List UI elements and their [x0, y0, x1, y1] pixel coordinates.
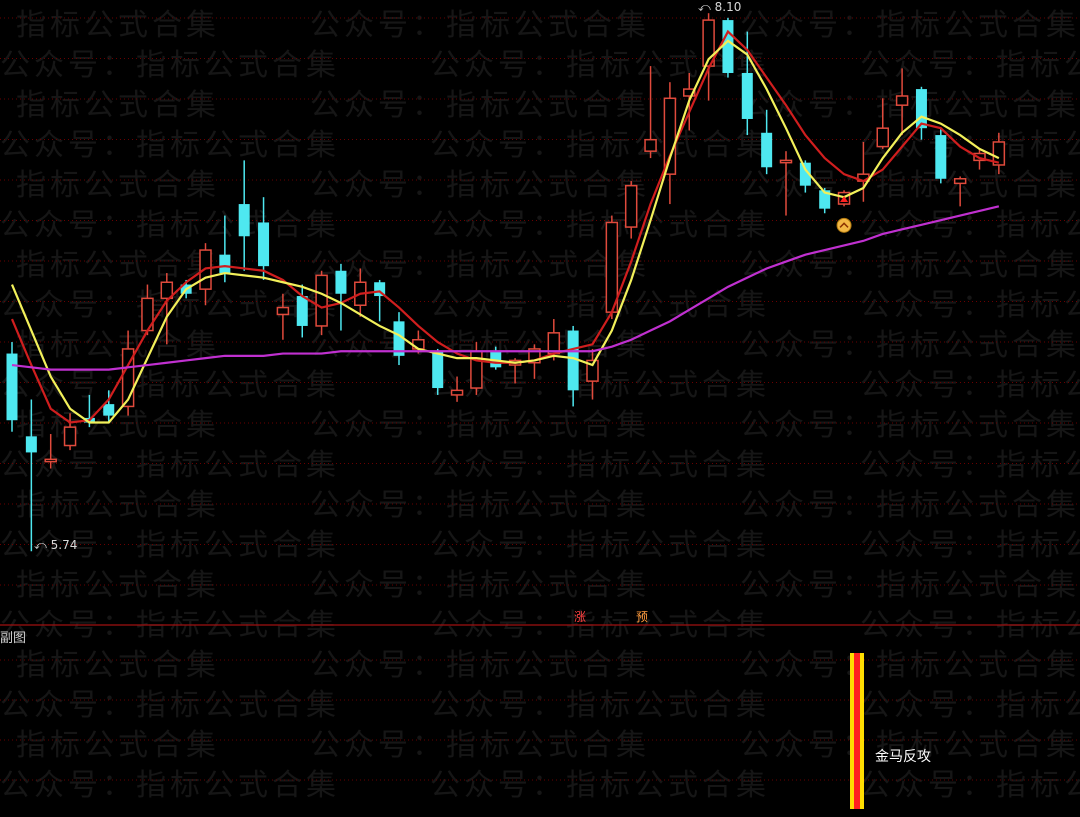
signal-bar-inner [854, 653, 860, 809]
marker-yu: 预 [636, 610, 649, 624]
low-price-value: 5.74 [50, 538, 78, 552]
high-price-label: ⤺ 8.10 [698, 0, 742, 14]
sub-panel-title: 副图 [0, 631, 27, 646]
marker-zhang: 涨 [574, 610, 587, 624]
low-price-label: ⤺ 5.74 [34, 538, 78, 552]
signal-label: 金马反攻 [875, 749, 931, 765]
high-price-value: 8.10 [714, 0, 742, 14]
sub-indicator-chart [0, 624, 1080, 809]
